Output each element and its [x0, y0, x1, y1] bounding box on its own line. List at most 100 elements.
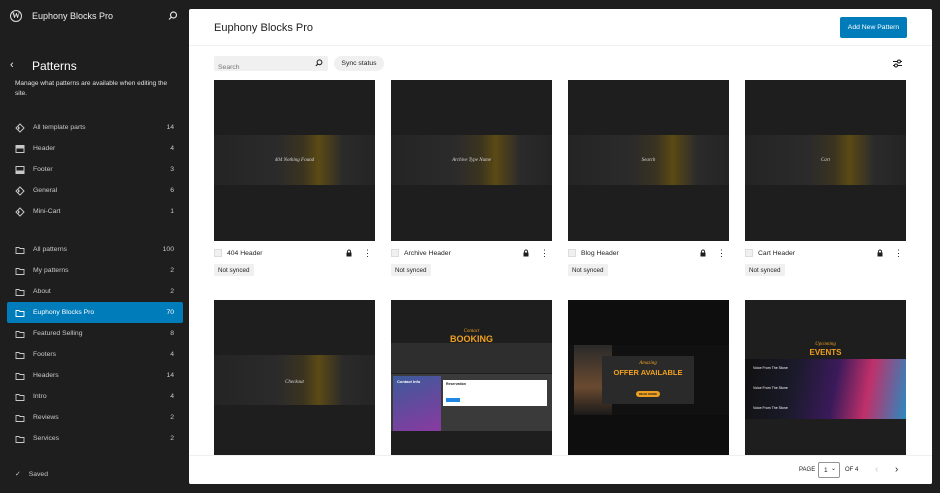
pattern-thumbnail[interactable]: Contact BOOKING Contact Info Reservation [391, 300, 552, 461]
pattern-thumbnail[interactable]: Cart [745, 80, 906, 241]
sync-status-badge: Not synced [214, 264, 254, 276]
reservation-heading: Reservation [446, 382, 467, 386]
back-arrow-icon[interactable]: ‹ [10, 59, 14, 71]
sidebar-item-label: Reviews [33, 414, 59, 421]
pattern-name[interactable]: Archive Header [404, 250, 522, 257]
sidebar-item-label: Header [33, 145, 56, 152]
sidebar-description: Manage what patterns are available when … [15, 80, 168, 97]
contact-info-heading: Contact Info [397, 379, 421, 384]
template-parts-icon [15, 122, 25, 133]
sidebar-item-featured-selling[interactable]: Featured Selling 8 [7, 323, 183, 344]
booking-title: BOOKING [449, 334, 493, 344]
offer-subtitle: Amazing [639, 361, 657, 366]
search-icon[interactable] [168, 11, 178, 21]
folder-icon [15, 266, 25, 276]
page-select[interactable]: 1 ⌄ [818, 462, 840, 478]
sidebar-item-count: 4 [170, 393, 174, 400]
sidebar-item-label: Services [33, 435, 60, 442]
folder-icon [15, 329, 25, 339]
events-title: EVENTS [809, 348, 842, 357]
pattern-card-footer: Blog Header ⋮ [568, 246, 729, 260]
lock-icon [877, 249, 883, 257]
sidebar-item-services[interactable]: Services 2 [7, 428, 183, 449]
sidebar: W Euphony Blocks Pro ‹ Patterns Manage w… [0, 0, 189, 493]
pattern-thumbnail[interactable]: Search [568, 80, 729, 241]
sidebar-item-count: 2 [170, 288, 174, 295]
sidebar-item-label: Footers [33, 351, 57, 358]
sidebar-item-label: Intro [33, 393, 47, 400]
sync-status-badge: Not synced [391, 264, 431, 276]
event-item: Voice From The Stone [753, 386, 788, 390]
pattern-thumbnail[interactable]: Archive Type Name [391, 80, 552, 241]
booking-banner [391, 343, 552, 373]
select-checkbox[interactable] [391, 249, 399, 257]
next-page-icon[interactable]: › [895, 464, 898, 475]
lock-icon [700, 249, 706, 257]
sidebar-item-mini-cart[interactable]: Mini-Cart 1 [7, 201, 183, 222]
sidebar-item-count: 1 [170, 208, 174, 215]
previous-page-icon[interactable]: ‹ [875, 464, 878, 475]
sidebar-item-euphony-blocks-pro[interactable]: Euphony Blocks Pro 70 [7, 302, 183, 323]
search-field[interactable] [214, 56, 328, 75]
page-title: Euphony Blocks Pro [214, 22, 314, 34]
main-panel: Euphony Blocks Pro Add New Pattern Sync … [189, 9, 932, 484]
lock-icon [523, 249, 529, 257]
contact-info-panel: Contact Info [393, 376, 441, 431]
sidebar-item-footer[interactable]: Footer 3 [7, 159, 183, 180]
sidebar-item-count: 14 [166, 372, 174, 379]
sidebar-item-reviews[interactable]: Reviews 2 [7, 407, 183, 428]
more-options-icon[interactable]: ⋮ [540, 249, 549, 258]
pattern-name[interactable]: Blog Header [581, 250, 699, 257]
folder-icon [15, 434, 25, 444]
sidebar-item-intro[interactable]: Intro 4 [7, 386, 183, 407]
pattern-thumbnail[interactable]: Amazing OFFER AVAILABLE READ MORE [568, 300, 729, 461]
thumbnail-text: Archive Type Name [452, 158, 491, 163]
sidebar-item-headers[interactable]: Headers 14 [7, 365, 183, 386]
reservation-submit [446, 398, 460, 402]
sidebar-item-header[interactable]: Header 4 [7, 138, 183, 159]
site-title[interactable]: Euphony Blocks Pro [32, 11, 113, 21]
thumbnail-text: Checkout [285, 380, 304, 385]
select-checkbox[interactable] [214, 249, 222, 257]
sidebar-item-count: 14 [166, 124, 174, 131]
pattern-name[interactable]: 404 Header [227, 250, 345, 257]
wordpress-logo-icon[interactable]: W [10, 10, 22, 22]
folder-icon [15, 245, 25, 255]
saved-status: ✓ Saved [15, 471, 48, 478]
pattern-card-footer: Archive Header ⋮ [391, 246, 552, 260]
sidebar-item-about[interactable]: About 2 [7, 281, 183, 302]
sync-status-button[interactable]: Sync status [334, 56, 384, 71]
pattern-card-footer: 404 Header ⋮ [214, 246, 375, 260]
sidebar-item-count: 4 [170, 351, 174, 358]
event-item: Voice From The Stone [753, 406, 788, 410]
select-checkbox[interactable] [745, 249, 753, 257]
sidebar-item-general[interactable]: General 6 [7, 180, 183, 201]
more-options-icon[interactable]: ⋮ [717, 249, 726, 258]
add-new-pattern-button[interactable]: Add New Pattern [840, 17, 907, 38]
sidebar-item-all-patterns[interactable]: All patterns 100 [7, 239, 183, 260]
sidebar-item-count: 6 [170, 187, 174, 194]
pattern-thumbnail[interactable]: 404 Nothing Found [214, 80, 375, 241]
template-parts-icon [15, 206, 25, 217]
folder-icon [15, 392, 25, 402]
sidebar-item-all-template-parts[interactable]: All template parts 14 [7, 117, 183, 138]
sidebar-item-count: 4 [170, 145, 174, 152]
pattern-thumbnail[interactable]: Upcoming EVENTS Voice From The Stone Voi… [745, 300, 906, 461]
event-item: Voice From The Stone [753, 366, 788, 370]
reservation-form: Reservation [443, 380, 547, 406]
main-header: Euphony Blocks Pro Add New Pattern [189, 9, 932, 46]
search-input[interactable] [214, 60, 309, 75]
pattern-name[interactable]: Cart Header [758, 250, 876, 257]
lock-icon [346, 249, 352, 257]
select-checkbox[interactable] [568, 249, 576, 257]
filter-settings-icon[interactable] [892, 58, 903, 69]
sidebar-item-footers[interactable]: Footers 4 [7, 344, 183, 365]
header-icon [15, 144, 25, 154]
sidebar-item-my-patterns[interactable]: My patterns 2 [7, 260, 183, 281]
sidebar-item-label: My patterns [33, 267, 69, 274]
template-parts-icon [15, 185, 25, 196]
folder-icon [15, 350, 25, 360]
more-options-icon[interactable]: ⋮ [894, 249, 903, 258]
more-options-icon[interactable]: ⋮ [363, 249, 372, 258]
pattern-thumbnail[interactable]: Checkout [214, 300, 375, 461]
